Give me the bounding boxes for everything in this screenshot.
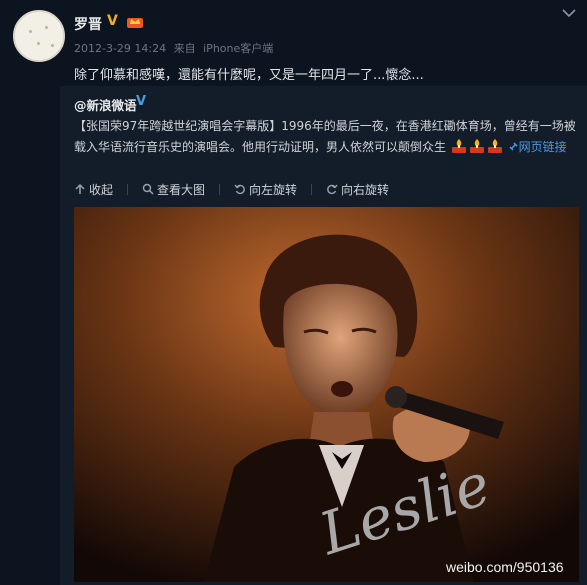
watermark: weibo.com/950136 — [446, 559, 564, 575]
collapse-icon — [75, 183, 85, 194]
web-link[interactable]: 网页链接 — [508, 140, 567, 154]
candle-emoji-icon — [469, 139, 484, 153]
source-link[interactable]: iPhone客户端 — [203, 42, 273, 55]
image-actions: 收起 查看大图 向左旋转 向右旋转 — [74, 181, 403, 198]
username[interactable]: 罗晋 — [74, 14, 102, 34]
divider — [219, 184, 221, 195]
vip-crown-icon[interactable] — [126, 14, 144, 29]
verified-badge-icon[interactable]: V — [136, 95, 150, 109]
avatar[interactable] — [13, 10, 65, 62]
rotate-right-button[interactable]: 向右旋转 — [326, 181, 389, 198]
timestamp[interactable]: 2012-3-29 14:24 — [74, 42, 166, 55]
candle-emoji-icon — [451, 139, 466, 153]
rotate-left-button[interactable]: 向左旋转 — [234, 181, 297, 198]
collapse-button[interactable]: 收起 — [74, 181, 113, 198]
view-large-label: 查看大图 — [157, 183, 206, 197]
source-prefix: 来自 — [173, 42, 196, 55]
divider — [311, 184, 313, 195]
collapse-label: 收起 — [89, 183, 114, 197]
rotate-right-label: 向右旋转 — [341, 183, 390, 197]
concert-photo-art: Leslie — [74, 207, 579, 582]
link-icon — [509, 142, 518, 151]
rotate-left-icon — [234, 184, 245, 195]
post-text: 除了仰慕和感嘆，還能有什麼呢，又是一年四月一了...懷念... — [74, 68, 424, 83]
view-large-button[interactable]: 查看大图 — [142, 181, 205, 198]
rotate-right-icon — [327, 184, 338, 195]
candle-emoji-icon — [487, 139, 502, 153]
chevron-down-icon[interactable] — [562, 8, 576, 18]
repost-text: 【张国荣97年跨越世纪演唱会字幕版】1996年的最后一夜，在香港红磡体育场，曾经… — [74, 116, 579, 158]
web-link-label[interactable]: 网页链接 — [519, 140, 567, 154]
verified-badge-icon[interactable]: V — [107, 14, 122, 29]
divider — [127, 184, 129, 195]
weibo-post: 罗晋 V 2012-3-29 14:24 来自 iPhone客户端 除了仰慕和感… — [0, 0, 587, 585]
repost-author[interactable]: @新浪微语 — [74, 95, 137, 114]
post-meta: 2012-3-29 14:24 来自 iPhone客户端 — [74, 40, 277, 56]
rotate-left-label: 向左旋转 — [249, 183, 298, 197]
concert-photo[interactable]: Leslie — [74, 207, 579, 582]
zoom-icon — [142, 183, 154, 195]
